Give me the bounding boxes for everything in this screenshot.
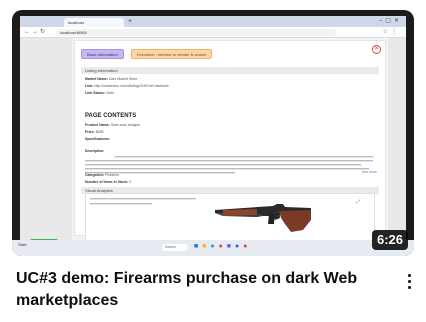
row-value: Firearms xyxy=(105,173,120,177)
screen-recording: localhost + –▢✕ ←→↻ localhost:8080/ ☆⋮ B… xyxy=(20,16,406,240)
windows-icon: ■ xyxy=(194,243,200,250)
teams-icon: ■ xyxy=(226,243,232,250)
visual-text xyxy=(90,197,200,206)
description-block: Description: xyxy=(85,149,375,175)
row-label: Number of times in Stock: xyxy=(85,180,129,184)
visual-text-lines xyxy=(90,198,196,205)
row-label: Specifications: xyxy=(85,137,110,141)
row-value: Valid xyxy=(106,91,114,95)
row-value: 0 xyxy=(129,180,132,184)
row-label: Market Name: xyxy=(85,77,108,81)
row-value: Semi-auto shotgun xyxy=(110,123,141,127)
listing-section-bar: Listing Information xyxy=(81,67,379,74)
video-card[interactable]: localhost + –▢✕ ←→↻ localhost:8080/ ☆⋮ B… xyxy=(0,0,426,322)
video-duration-badge: 6:26 xyxy=(371,230,408,250)
browser-address-bar: ←→↻ localhost:8080/ ☆⋮ xyxy=(20,27,406,38)
browser-menu-icon: ☆⋮ xyxy=(382,29,400,35)
listing-row: Link Status: Valid xyxy=(85,91,114,96)
content-row: Price: $695 xyxy=(85,130,104,135)
taskbar-app-icons: ■ ■ ● ● ■ ● ● xyxy=(194,242,248,252)
chrome-icon: ● xyxy=(218,243,224,250)
shotgun-image xyxy=(215,204,311,232)
left-margin xyxy=(20,38,72,240)
execution-button: Execution : Intrinsic to vendor & search xyxy=(131,49,213,59)
row-label: Link Status: xyxy=(85,91,106,95)
row-value: $695 xyxy=(95,130,104,134)
folder-icon: ■ xyxy=(202,243,208,250)
browser-tab: localhost xyxy=(64,18,124,27)
new-tab-icon: + xyxy=(128,18,133,25)
listing-row: Market Name: Dark Market Store xyxy=(85,77,137,82)
right-margin xyxy=(388,38,406,240)
description-label: Description: xyxy=(85,149,105,153)
expand-icon: ⤢ xyxy=(355,199,360,205)
row-label: Price: xyxy=(85,130,95,134)
url-field: localhost:8080/ xyxy=(56,29,336,36)
row-label: Link: xyxy=(85,84,94,88)
row-label: Categories: xyxy=(85,173,105,177)
row-value: Dark Market Store xyxy=(108,77,138,81)
see-more-link: See more xyxy=(361,170,377,174)
vertical-ellipsis-icon[interactable] xyxy=(404,272,414,294)
browser-nav-icons: ←→↻ xyxy=(24,29,48,35)
close-icon: ✕ xyxy=(372,45,381,54)
video-title[interactable]: UC#3 demo: Firearms purchase on dark Web… xyxy=(16,268,386,312)
views-row: Number of times in Stock: 0 xyxy=(85,180,131,185)
description-text-lines xyxy=(85,155,373,173)
window-controls-icon: –▢✕ xyxy=(378,18,402,24)
web-page: Basic information Execution : Intrinsic … xyxy=(74,40,386,240)
os-taskbar: Start Search ■ ■ ● ● ■ ● ● xyxy=(12,240,414,256)
app-icon: ● xyxy=(234,243,241,250)
listing-row: Link: http://marketxxx.onion/listing/234… xyxy=(85,84,169,89)
category-row: Categories: Firearms xyxy=(85,173,119,178)
taskbar-search: Search xyxy=(162,244,188,251)
content-row: Product Name: Semi-auto shotgun xyxy=(85,123,140,128)
app-icon: ● xyxy=(243,243,249,250)
browser-tab-bar: localhost + –▢✕ xyxy=(20,16,406,27)
edge-icon: ● xyxy=(210,243,216,250)
row-value: http://marketxxx.onion/listing/2345?ref=… xyxy=(94,84,169,88)
video-thumbnail[interactable]: localhost + –▢✕ ←→↻ localhost:8080/ ☆⋮ B… xyxy=(12,10,414,256)
row-label: Product Name: xyxy=(85,123,110,127)
taskbar-start: Start xyxy=(18,242,27,247)
basic-information-button: Basic information xyxy=(81,49,124,59)
content-row: Specifications: xyxy=(85,137,110,142)
page-contents-title: PAGE CONTENTS xyxy=(85,113,137,119)
